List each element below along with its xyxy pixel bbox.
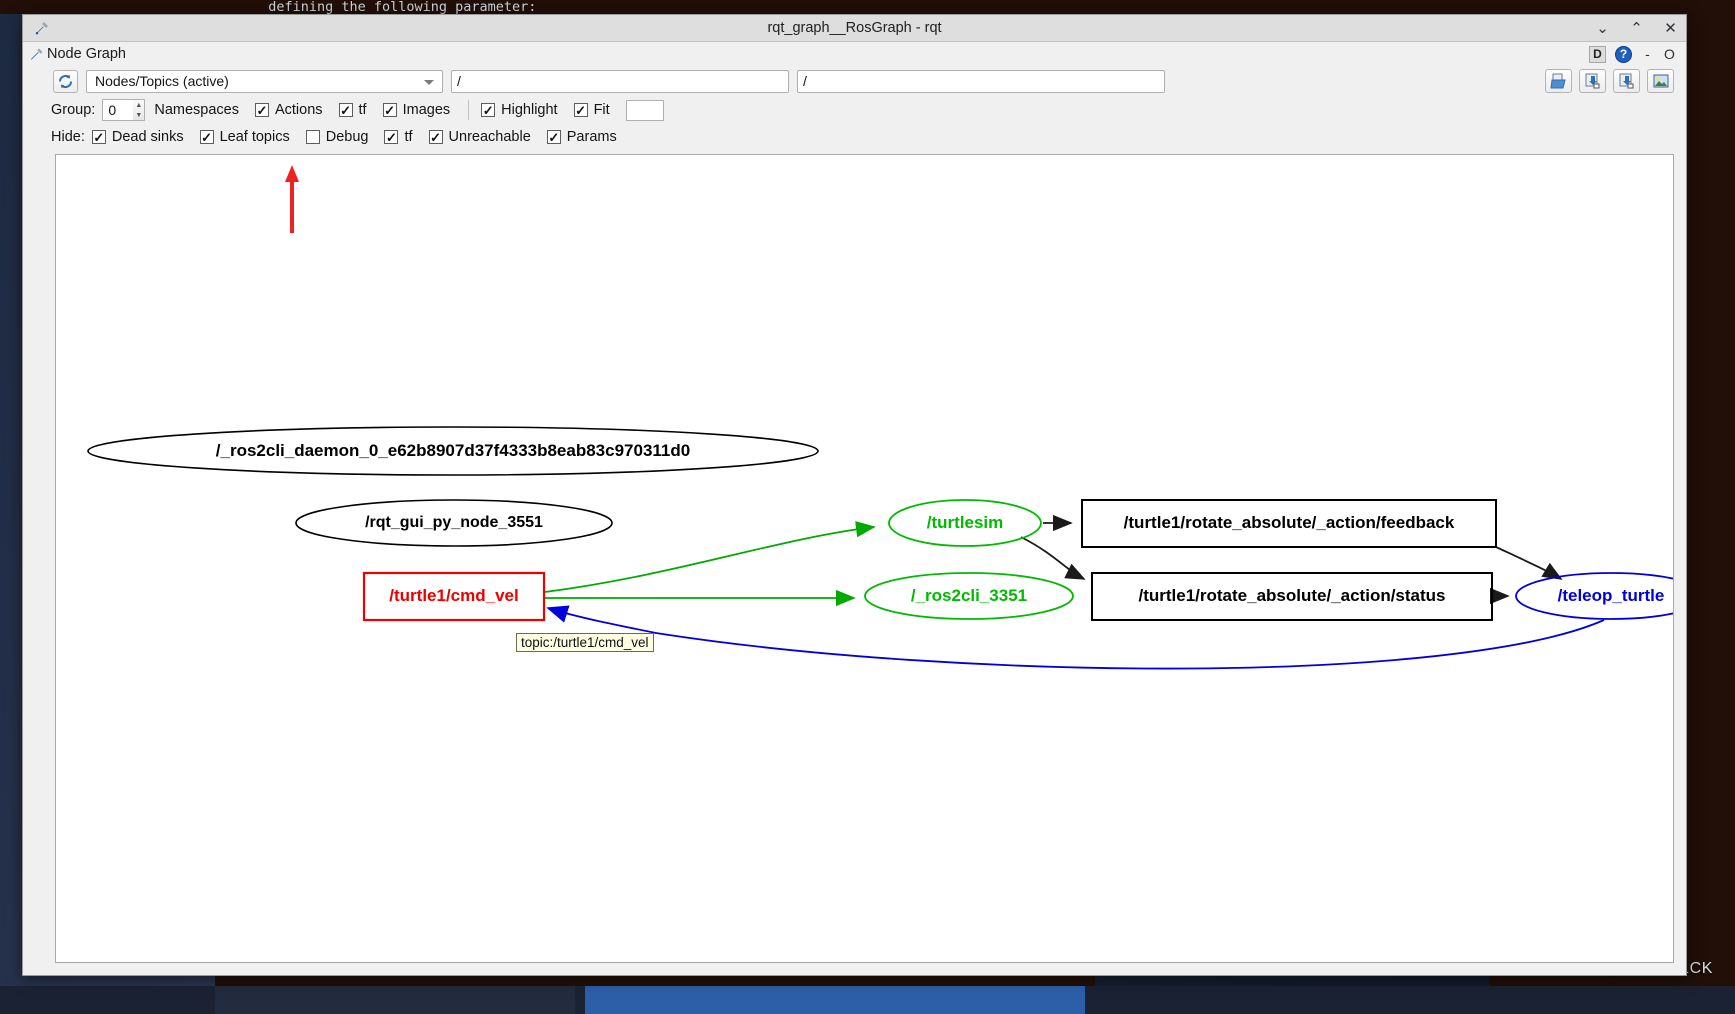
- save-dot-icon[interactable]: [1579, 69, 1606, 93]
- leaf-topics-label: Leaf topics: [219, 129, 290, 145]
- checkbox-leaf-topics[interactable]: Leaf topics: [199, 129, 290, 145]
- debug-label: Debug: [325, 129, 369, 145]
- highlight-label: Highlight: [501, 102, 558, 118]
- topic-filter-value: /: [457, 73, 461, 89]
- dock-widget-header: Node Graph D ? - O: [23, 42, 1686, 66]
- params-label: Params: [566, 129, 617, 145]
- node-filter-value: /: [803, 73, 807, 89]
- debug-checkbox[interactable]: [305, 130, 320, 144]
- checkbox-tf[interactable]: tf: [338, 102, 367, 118]
- params-checkbox[interactable]: [546, 130, 561, 144]
- node-graph-icon: [29, 46, 45, 62]
- graph-node-label-turtlesim[interactable]: /turtlesim: [927, 513, 1004, 533]
- checkbox-actions[interactable]: Actions: [254, 102, 323, 118]
- dock-widget-buttons[interactable]: D ? - O: [1589, 42, 1676, 66]
- save-as-dot-icon[interactable]: [1613, 69, 1640, 93]
- toolbar-primary: Nodes/Topics (active) / /: [23, 66, 1686, 96]
- dock-close-icon[interactable]: O: [1663, 46, 1676, 62]
- hide-tf-label: tf: [404, 129, 413, 145]
- spin-down-icon[interactable]: ▼: [133, 110, 144, 120]
- help-icon[interactable]: ?: [1615, 45, 1632, 63]
- taskbar[interactable]: [0, 986, 1735, 1014]
- toolbar-options: Group: 0 ▲ ▼ Namespaces Actions tf Image…: [23, 96, 1686, 124]
- group-spinner-buttons[interactable]: ▲ ▼: [133, 99, 146, 121]
- save-image-icon[interactable]: [1647, 69, 1674, 93]
- checkbox-params[interactable]: Params: [546, 129, 617, 145]
- tf-checkbox[interactable]: [338, 103, 353, 117]
- group-label: Group:: [51, 102, 96, 118]
- dock-button[interactable]: D: [1589, 45, 1606, 63]
- checkbox-dead-sinks[interactable]: Dead sinks: [91, 129, 184, 145]
- terminal-top-strip: defining the following parameter:: [0, 0, 1735, 14]
- topic-filter-input[interactable]: /: [451, 69, 789, 93]
- ros-node-graph-canvas[interactable]: /_ros2cli_daemon_0_e62b8907d37f4333b8eab…: [55, 154, 1674, 963]
- checkbox-highlight[interactable]: Highlight: [481, 102, 558, 118]
- spin-up-icon[interactable]: ▲: [133, 100, 144, 110]
- maximize-icon[interactable]: ⌃: [1629, 21, 1644, 36]
- taskbar-item-inactive[interactable]: [215, 986, 575, 1014]
- chevron-down-icon[interactable]: [424, 79, 434, 85]
- checkbox-images[interactable]: Images: [382, 102, 451, 118]
- graph-node-label-feedback[interactable]: /turtle1/rotate_absolute/_action/feedbac…: [1124, 513, 1455, 533]
- images-checkbox[interactable]: [382, 103, 397, 117]
- tf-label: tf: [358, 102, 367, 118]
- checkbox-fit[interactable]: Fit: [573, 102, 610, 118]
- extra-input[interactable]: [625, 99, 664, 121]
- graph-drawing: [87, 426, 1673, 670]
- taskbar-item-active[interactable]: [585, 986, 1085, 1014]
- load-dot-icon[interactable]: [1545, 69, 1572, 93]
- wrench-screwdriver-icon: [33, 19, 51, 37]
- checkbox-hide-tf[interactable]: tf: [384, 129, 413, 145]
- close-icon[interactable]: ✕: [1663, 21, 1678, 36]
- graph-node-label-daemon[interactable]: /_ros2cli_daemon_0_e62b8907d37f4333b8eab…: [216, 441, 690, 461]
- hide-label: Hide:: [51, 129, 85, 145]
- graph-node-label-teleop[interactable]: /teleop_turtle: [1558, 586, 1665, 606]
- graph-node-label-cmd-vel[interactable]: /turtle1/cmd_vel: [389, 586, 518, 606]
- terminal-top-text: defining the following parameter:: [0, 0, 1480, 14]
- dock-widget-title: Node Graph: [47, 46, 126, 62]
- actions-checkbox[interactable]: [254, 103, 269, 117]
- dead-sinks-label: Dead sinks: [111, 129, 184, 145]
- rqt-main-window: rqt_graph__RosGraph - rqt ⌄ ⌃ ✕ Node Gra…: [22, 14, 1687, 976]
- group-value: 0: [108, 102, 117, 118]
- checkbox-debug[interactable]: Debug: [305, 129, 369, 145]
- highlight-checkbox[interactable]: [481, 103, 496, 117]
- checkbox-unreachable[interactable]: Unreachable: [428, 129, 531, 145]
- leaf-topics-checkbox[interactable]: [199, 130, 214, 144]
- node-filter-input[interactable]: /: [797, 69, 1165, 93]
- graph-node-label-rqt-gui[interactable]: /rqt_gui_py_node_3551: [365, 514, 543, 532]
- toolbar-right-icons: [1545, 69, 1674, 93]
- images-label: Images: [402, 102, 451, 118]
- unreachable-label: Unreachable: [448, 129, 531, 145]
- graph-node-label-status[interactable]: /turtle1/rotate_absolute/_action/status: [1138, 586, 1445, 606]
- window-titlebar: rqt_graph__RosGraph - rqt ⌄ ⌃ ✕: [23, 15, 1686, 42]
- window-title: rqt_graph__RosGraph - rqt: [767, 20, 942, 36]
- unreachable-checkbox[interactable]: [428, 130, 443, 144]
- minimize-icon[interactable]: ⌄: [1595, 21, 1610, 36]
- window-controls[interactable]: ⌄ ⌃ ✕: [1595, 15, 1678, 42]
- float-icon[interactable]: -: [1641, 46, 1654, 62]
- graph-node-label-ros2cli[interactable]: /_ros2cli_3351: [911, 586, 1027, 606]
- fit-label: Fit: [593, 102, 610, 118]
- refresh-icon[interactable]: [53, 69, 78, 93]
- toolbar-separator: [468, 100, 470, 120]
- graph-type-combo[interactable]: Nodes/Topics (active): [86, 69, 443, 93]
- dead-sinks-checkbox[interactable]: [91, 130, 106, 144]
- graph-type-value: Nodes/Topics (active): [95, 73, 229, 89]
- group-spinbox[interactable]: 0 ▲ ▼: [102, 99, 146, 121]
- actions-label: Actions: [274, 102, 323, 118]
- fit-checkbox[interactable]: [573, 103, 588, 117]
- namespaces-label[interactable]: Namespaces: [154, 102, 239, 118]
- graph-tooltip: topic:/turtle1/cmd_vel: [516, 633, 654, 652]
- hide-tf-checkbox[interactable]: [384, 130, 399, 144]
- toolbar-hide-row: Hide: Dead sinks Leaf topics Debug tf Un…: [23, 124, 1686, 150]
